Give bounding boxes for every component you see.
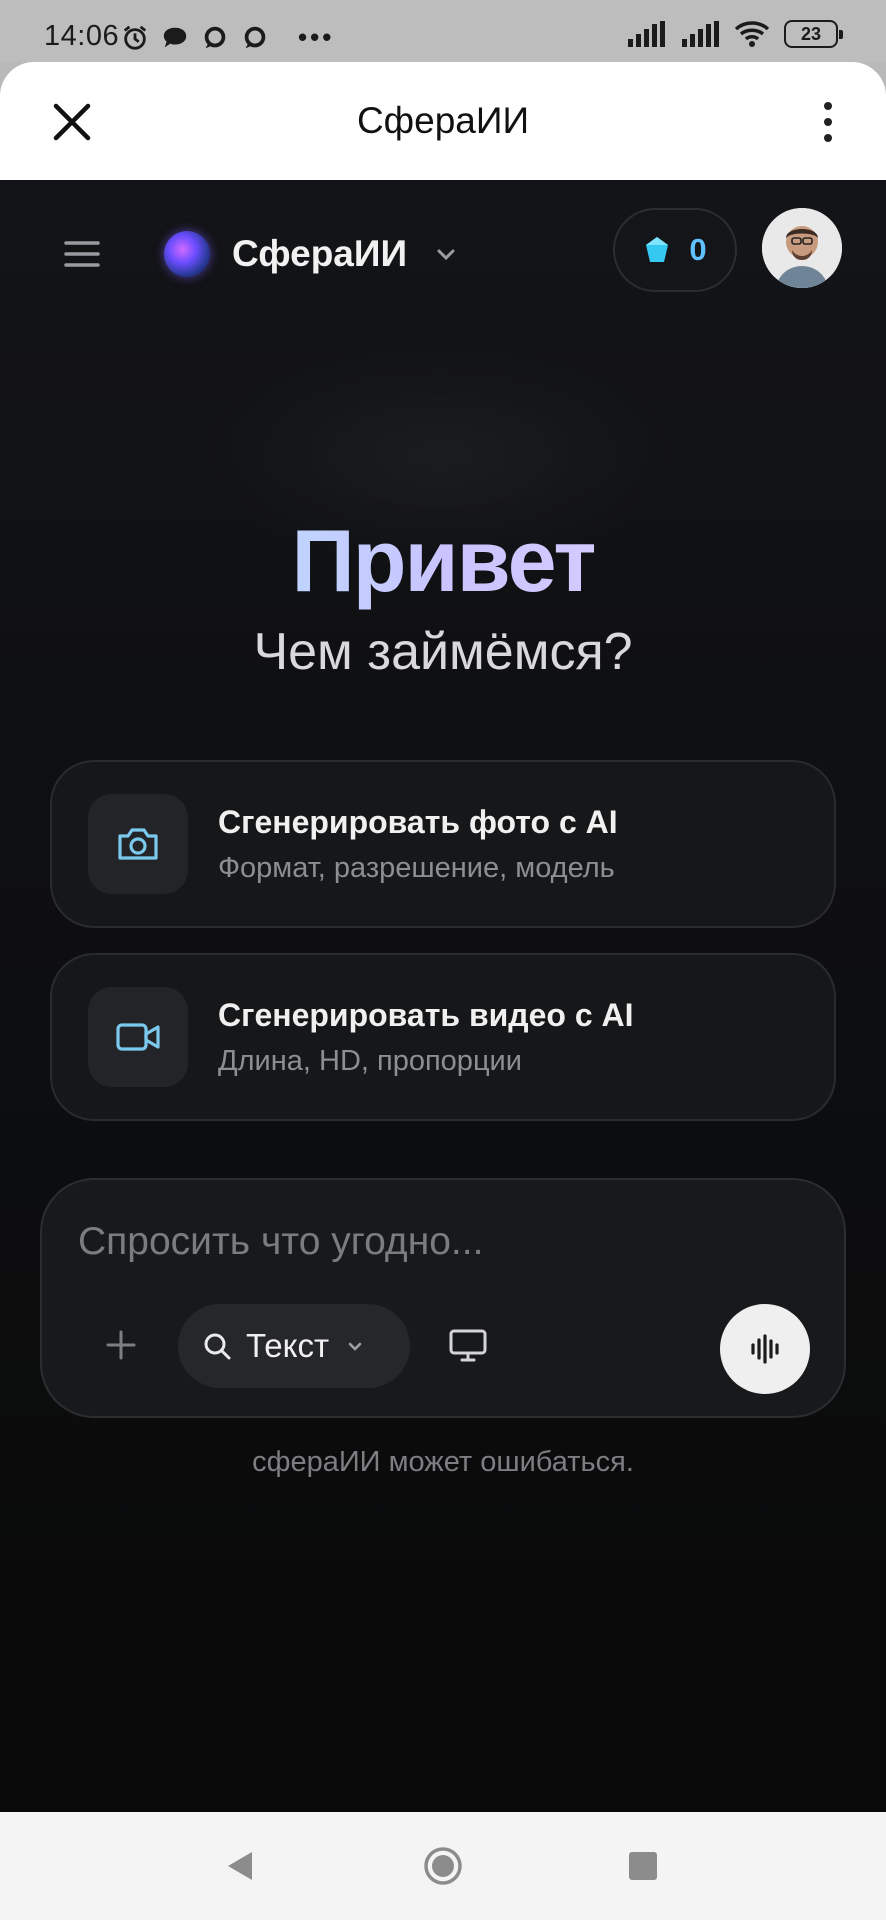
- recents-square-icon[interactable]: [629, 1852, 657, 1880]
- brand-name: СфераИИ: [232, 233, 408, 274]
- gem-icon: [646, 237, 669, 262]
- video-camera-icon: [116, 1023, 160, 1051]
- chevron-down-icon: [348, 1342, 362, 1351]
- card-icon-box: [88, 987, 188, 1087]
- credits-value: 0: [689, 232, 707, 267]
- system-icons: 23: [626, 20, 843, 48]
- greeting-subtitle: Чем займёмся?: [253, 623, 633, 681]
- card-description: Формат, разрешение, модель: [218, 852, 615, 884]
- battery-level: 23: [800, 23, 822, 44]
- notification-icons: •••: [120, 22, 334, 53]
- voice-input-button[interactable]: [720, 1304, 810, 1394]
- greeting-heading: Привет: [0, 510, 886, 612]
- browser-sheet-header: СфераИИ: [0, 62, 886, 180]
- brand-logo: [164, 231, 210, 277]
- avatar-photo: [762, 208, 842, 288]
- app-content: СфераИИ 0 Привет Чем займёмся? Сгенериро…: [0, 180, 886, 1812]
- chat-bubble-icon: [163, 27, 187, 47]
- alarm-icon: [123, 25, 147, 50]
- card-title: Сгенерировать видео с AI: [218, 997, 634, 1033]
- avatar[interactable]: [762, 208, 842, 288]
- hamburger-menu-icon[interactable]: [60, 232, 104, 276]
- disclaimer-text: сфераИИ может ошибаться.: [252, 1446, 634, 1478]
- wifi-icon: [734, 21, 770, 47]
- card-icon-box: [88, 794, 188, 894]
- camera-icon: [118, 828, 158, 860]
- brand-selector[interactable]: СфераИИ: [164, 224, 459, 284]
- status-time: 14:06: [44, 20, 120, 52]
- credits-badge[interactable]: 0: [613, 208, 737, 292]
- chevron-down-icon: [437, 249, 455, 261]
- generate-photo-card[interactable]: Сгенерировать фото с AI Формат, разрешен…: [50, 760, 836, 928]
- monitor-icon[interactable]: [448, 1328, 488, 1364]
- mode-label: Текст: [246, 1327, 330, 1364]
- status-bar: 14:06 ••• 23: [0, 0, 886, 62]
- home-circle-icon[interactable]: [423, 1846, 463, 1886]
- back-triangle-icon[interactable]: [222, 1848, 258, 1884]
- mode-selector-button[interactable]: Текст: [178, 1304, 410, 1388]
- system-navigation-bar: [0, 1812, 886, 1920]
- prompt-input[interactable]: [78, 1214, 798, 1270]
- battery-icon: 23: [784, 20, 843, 48]
- more-notifications-icon: •••: [298, 22, 335, 52]
- signal-icon-2: [682, 21, 719, 47]
- generate-video-card[interactable]: Сгенерировать видео с AI Длина, HD, проп…: [50, 953, 836, 1121]
- plus-icon[interactable]: [102, 1326, 140, 1364]
- search-icon: [204, 1333, 231, 1360]
- chat-composer: Текст: [40, 1178, 846, 1418]
- card-description: Длина, HD, пропорции: [218, 1045, 522, 1077]
- signal-icon: [628, 21, 665, 47]
- more-vertical-icon[interactable]: [816, 98, 840, 146]
- card-title: Сгенерировать фото с AI: [218, 804, 618, 840]
- message-icon-2: [244, 26, 266, 48]
- sheet-title: СфераИИ: [356, 100, 530, 141]
- audio-waveform-icon: [751, 1334, 779, 1364]
- message-icon: [204, 26, 226, 48]
